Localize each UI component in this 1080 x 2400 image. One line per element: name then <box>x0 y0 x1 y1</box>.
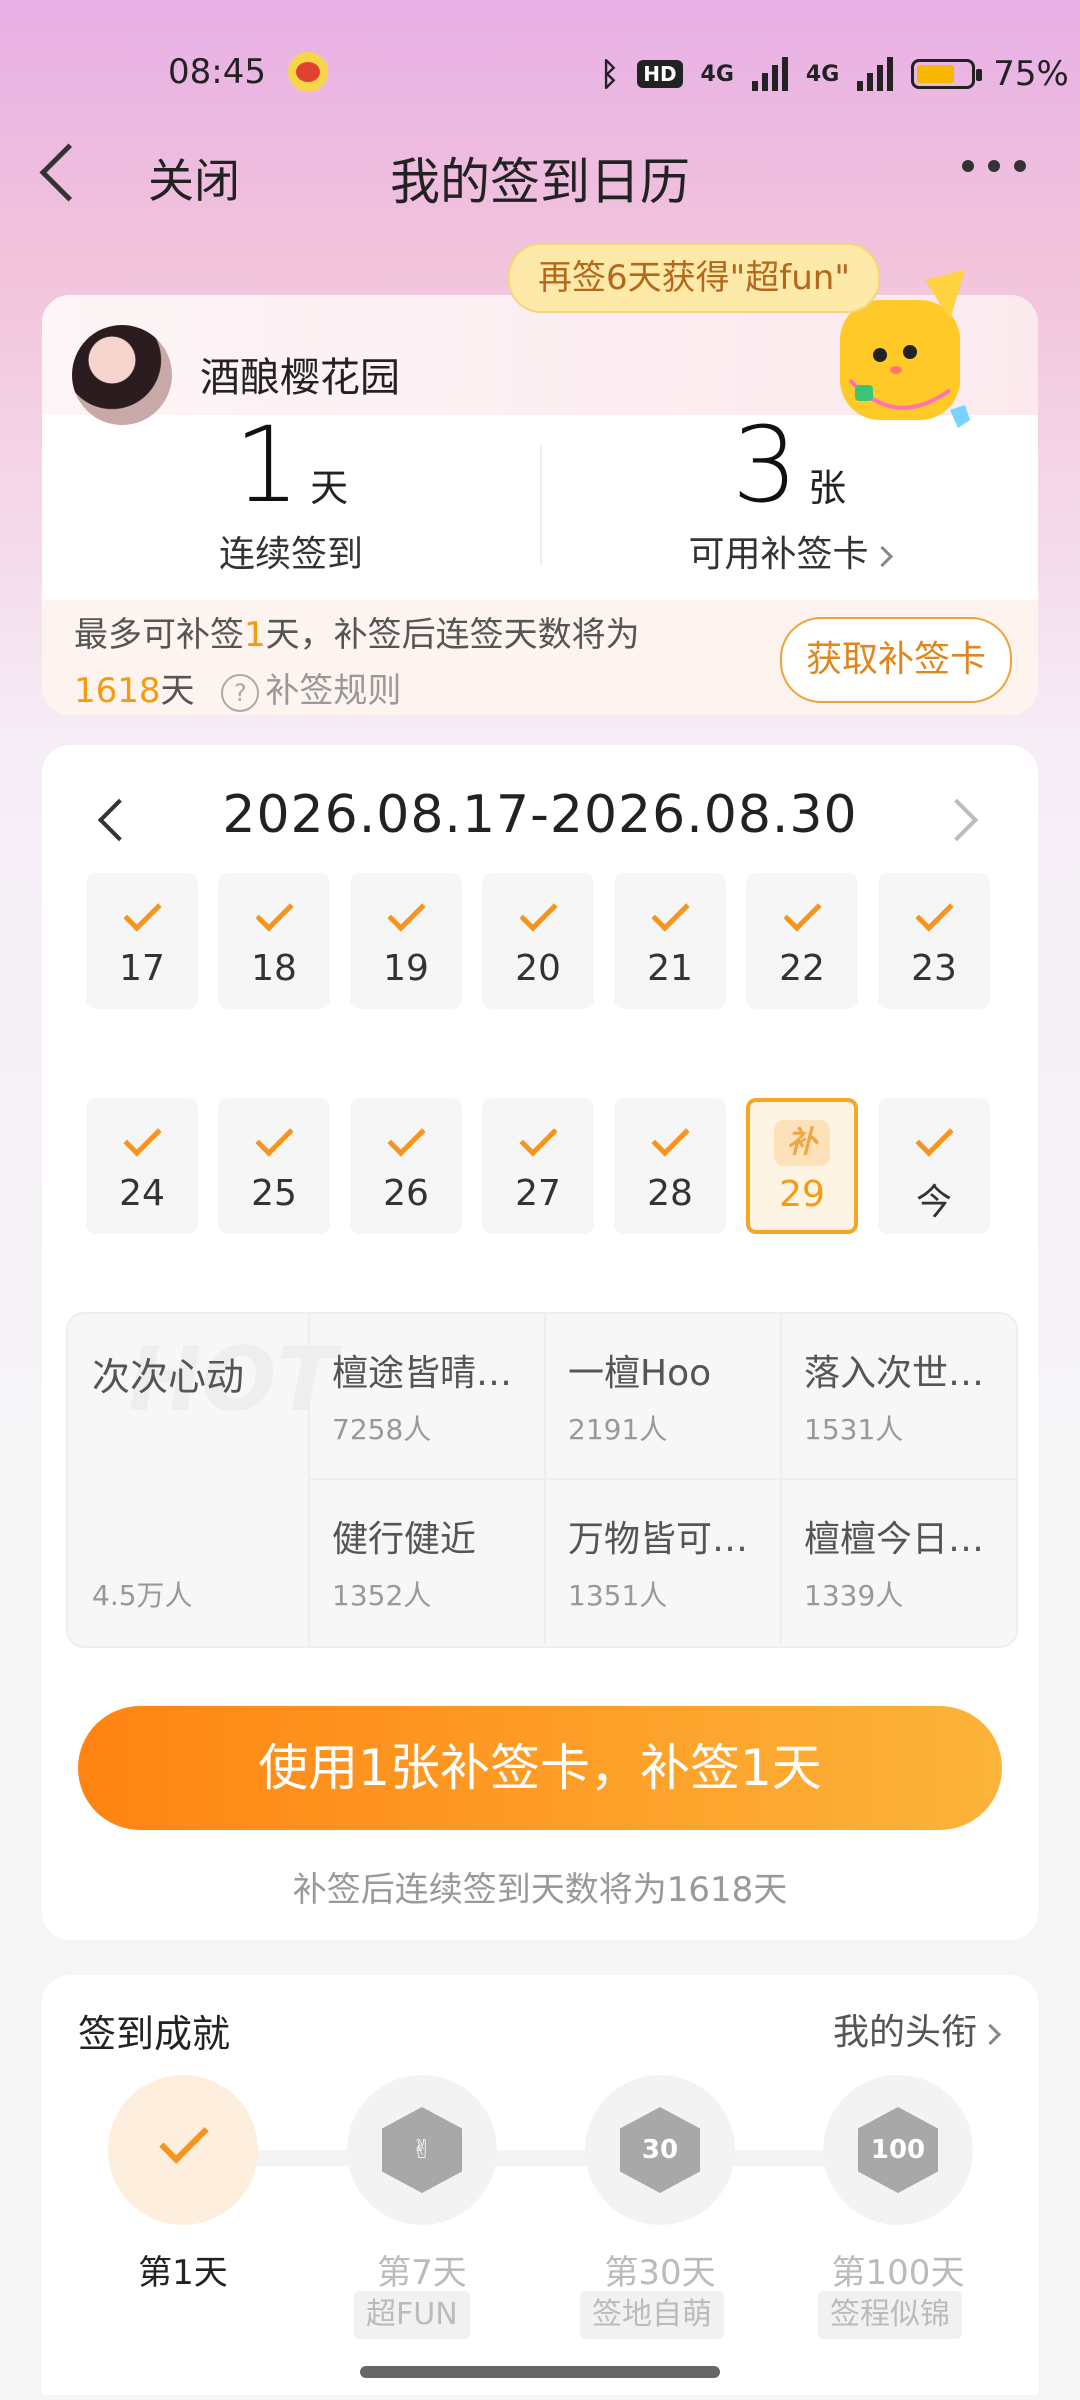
streak-label: 连续签到 <box>218 534 363 575</box>
check-icon <box>914 893 954 932</box>
more-options-icon[interactable] <box>962 160 1026 172</box>
status-bar: 08:45 ᛒ HD 4G 4G 75% <box>0 50 1080 100</box>
calendar-day-19[interactable]: 19 <box>350 873 462 1009</box>
check-icon <box>122 1118 162 1157</box>
30-days-badge-icon: 30 <box>620 2107 700 2193</box>
battery-percent: 75% <box>993 54 1069 94</box>
medal-name: 超FUN <box>354 2291 470 2339</box>
topic-item[interactable]: 健行健近 1352人 <box>308 1480 546 1644</box>
question-icon: ? <box>221 673 260 712</box>
hot-topic-title: 次次心动 <box>92 1355 245 1399</box>
achievements-title: 签到成就 <box>78 2012 231 2056</box>
topic-item[interactable]: 一檀Hoo 2191人 <box>544 1314 782 1480</box>
my-titles-link[interactable]: 我的头衔 <box>833 2003 1002 2055</box>
check-icon <box>159 2114 209 2164</box>
avatar[interactable] <box>72 325 172 425</box>
home-indicator[interactable] <box>360 2366 720 2378</box>
network-label-1: 4G <box>700 61 734 87</box>
check-icon <box>386 1118 426 1157</box>
calendar-day-20[interactable]: 20 <box>482 873 594 1009</box>
progress-track <box>170 2150 910 2166</box>
rules-link[interactable]: ? 补签规则 <box>205 671 401 712</box>
rock-hand-badge-icon: ✌ <box>382 2107 462 2193</box>
medal-day-100[interactable]: 100 <box>823 2075 973 2225</box>
check-icon <box>650 1118 690 1157</box>
calendar-day-22[interactable]: 22 <box>746 873 858 1009</box>
topic-item[interactable]: 万物皆可… 1351人 <box>544 1480 782 1644</box>
check-icon <box>914 1118 954 1157</box>
get-makeup-card-button[interactable]: 获取补签卡 <box>780 617 1012 703</box>
medal-name: 签程似锦 <box>818 2291 962 2339</box>
topic-item[interactable]: 檀檀今日… 1339人 <box>780 1480 1016 1644</box>
medal-name: 签地自萌 <box>580 2291 724 2339</box>
streak-value: 1 <box>233 404 301 526</box>
calendar-day-25[interactable]: 25 <box>218 1098 330 1234</box>
calendar-day-18[interactable]: 18 <box>218 873 330 1009</box>
calendar-day-today[interactable]: 今 <box>878 1098 990 1234</box>
back-button[interactable] <box>30 140 98 210</box>
makeup-info-text: 最多可补签1天，补签后连签天数将为 1618天 ? 补签规则 <box>74 615 640 712</box>
streak-stat: 1天 连续签到 <box>42 413 540 595</box>
100-days-badge-icon: 100 <box>858 2107 938 2193</box>
medal-day-7[interactable]: ✌ <box>347 2075 497 2225</box>
network-label-2: 4G <box>805 61 840 87</box>
medal-label: 第100天 <box>831 2253 965 2293</box>
hot-topic-count: 4.5万人 <box>92 1579 193 1612</box>
calendar-day-17[interactable]: 17 <box>86 873 198 1009</box>
topic-grid: HOT 次次心动 4.5万人 檀途皆晴… 7258人 一檀Hoo 2191人 落入次… <box>66 1312 1018 1648</box>
status-icons: ᛒ HD 4G 4G 75% <box>600 54 1069 94</box>
calendar-day-24[interactable]: 24 <box>86 1098 198 1234</box>
signal-icon-2 <box>857 57 894 91</box>
calendar-day-29-makeup[interactable]: 补 29 <box>746 1098 858 1234</box>
calendar-day-27[interactable]: 27 <box>482 1098 594 1234</box>
check-icon <box>254 893 294 932</box>
use-makeup-card-button[interactable]: 使用1张补签卡，补签1天 <box>78 1706 1002 1830</box>
weibo-notification-icon <box>288 52 328 92</box>
username: 酒酿樱花园 <box>200 355 400 401</box>
calendar-day-28[interactable]: 28 <box>614 1098 726 1234</box>
medal-day-30[interactable]: 30 <box>585 2075 735 2225</box>
calendar-day-23[interactable]: 23 <box>878 873 990 1009</box>
medal-day-1[interactable] <box>108 2075 258 2225</box>
achievements-card: 签到成就 我的头衔 ✌ 30 100 第1天 第7天 第30天 第100天 超F… <box>42 1975 1038 2395</box>
check-icon <box>254 1118 294 1157</box>
hd-icon: HD <box>637 60 683 88</box>
close-button[interactable]: 关闭 <box>148 145 240 211</box>
hot-topic[interactable]: HOT 次次心动 4.5万人 <box>68 1314 336 1646</box>
cards-value: 3 <box>731 404 799 526</box>
calendar-range: 2026.08.17-2026.08.30 <box>222 785 858 845</box>
back-arrow-icon <box>39 143 98 202</box>
check-icon <box>386 893 426 932</box>
signal-icon <box>751 57 788 91</box>
cards-unit: 张 <box>808 466 847 510</box>
chevron-right-icon <box>871 545 893 567</box>
bluetooth-icon: ᛒ <box>600 55 620 93</box>
check-icon <box>122 893 162 932</box>
medal-label: 第1天 <box>138 2253 228 2293</box>
check-icon <box>650 893 690 932</box>
chevron-right-icon <box>979 2023 1002 2045</box>
medal-label: 第7天 <box>377 2253 467 2293</box>
streak-unit: 天 <box>310 466 349 510</box>
topic-item[interactable]: 落入次世… 1531人 <box>780 1314 1016 1480</box>
makeup-note: 补签后连续签到天数将为1618天 <box>292 1870 788 1910</box>
topic-item[interactable]: 檀途皆晴… 7258人 <box>308 1314 546 1480</box>
calendar-day-21[interactable]: 21 <box>614 873 726 1009</box>
makeup-tag: 补 <box>774 1120 830 1166</box>
battery-icon <box>911 59 983 89</box>
check-icon <box>782 893 822 932</box>
status-time: 08:45 <box>168 52 266 92</box>
check-icon <box>518 1118 558 1157</box>
medal-label: 第30天 <box>604 2253 716 2293</box>
cards-label: 可用补签卡 <box>688 534 869 575</box>
promo-pill[interactable]: 再签6天获得"超fun" <box>508 243 880 313</box>
check-icon <box>518 893 558 932</box>
calendar-day-26[interactable]: 26 <box>350 1098 462 1234</box>
page-title: 我的签到日历 <box>390 153 690 211</box>
